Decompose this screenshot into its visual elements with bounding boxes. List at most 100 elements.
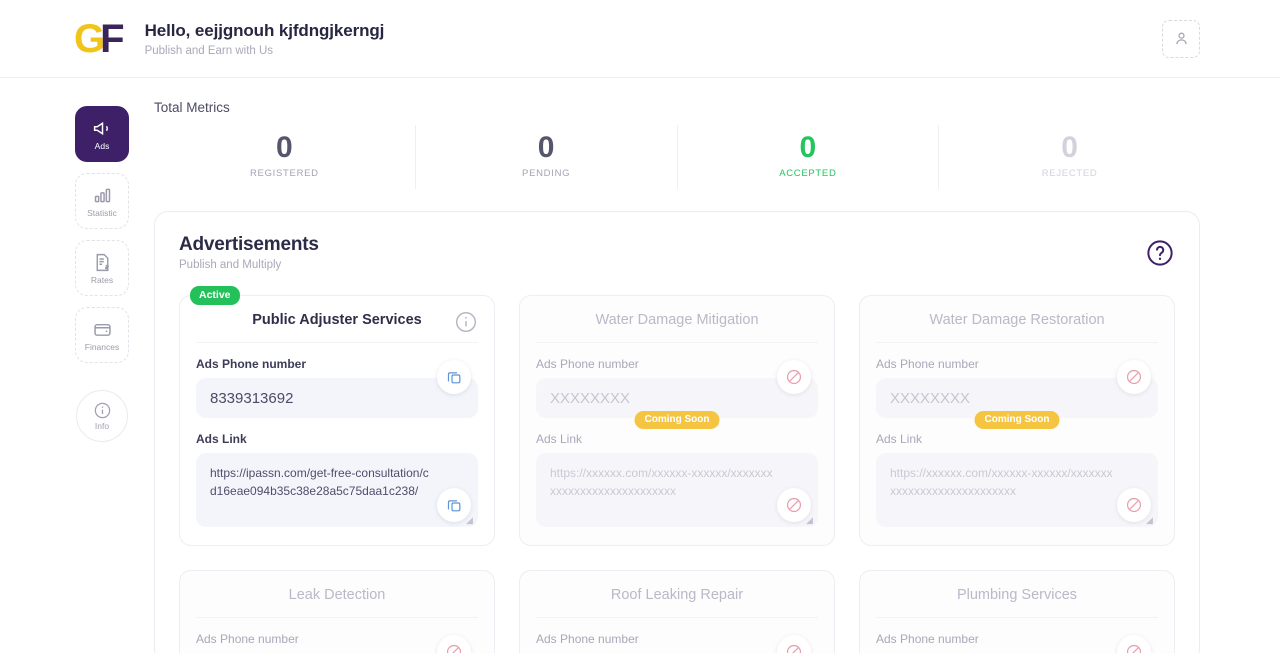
link-value: https://xxxxxx.com/xxxxxx-xxxxxx/xxxxxxx… xyxy=(890,466,1113,499)
phone-field-group: Ads Phone number XXXXXXXX Coming Soon xyxy=(196,632,478,653)
greeting-title: Hello, eejjgnouh kjfdngjkerngj xyxy=(144,21,385,41)
link-field-label: Ads Link xyxy=(536,432,583,446)
metric-value: 0 xyxy=(276,131,293,164)
sidebar: Ads Statistic Rates Finances Info xyxy=(74,78,130,653)
card-header: Water Damage Mitigation xyxy=(536,312,818,343)
phone-field-group: Ads Phone number XXXXXXXX Coming Soon xyxy=(876,632,1158,653)
advertisement-cards-grid: Active Public Adjuster Services Ads Phon… xyxy=(179,286,1175,653)
prohibited-icon xyxy=(1126,644,1142,653)
link-textarea[interactable]: https://ipassn.com/get-free-consultation… xyxy=(196,453,478,527)
resize-grip-icon: ◢ xyxy=(1146,515,1153,525)
link-value: https://xxxxxx.com/xxxxxx-xxxxxx/xxxxxxx… xyxy=(550,466,773,499)
metric-label: REGISTERED xyxy=(249,168,319,179)
copy-phone-button[interactable] xyxy=(437,360,471,394)
sidebar-item-label: Finances xyxy=(84,341,120,352)
card-title: Public Adjuster Services xyxy=(252,312,422,328)
copy-link-button[interactable] xyxy=(437,488,471,522)
blocked-phone-button xyxy=(1117,360,1151,394)
phone-field-label: Ads Phone number xyxy=(196,632,299,646)
metric-registered: 0 REGISTERED xyxy=(154,125,416,189)
phone-input[interactable]: 8339313692 xyxy=(196,378,478,418)
app-header: GF Hello, eejjgnouh kjfdngjkerngj Publis… xyxy=(0,0,1280,78)
sidebar-item-statistic[interactable]: Statistic xyxy=(75,173,129,229)
panel-header: Advertisements Publish and Multiply xyxy=(179,234,1175,273)
document-dollar-icon xyxy=(96,253,109,271)
user-icon xyxy=(1175,32,1187,45)
profile-button[interactable] xyxy=(1162,19,1200,58)
link-field-label: Ads Link xyxy=(876,432,923,446)
app-logo: GF xyxy=(74,16,125,61)
link-field-label: Ads Link xyxy=(196,432,247,446)
info-icon xyxy=(94,402,110,419)
wallet-icon xyxy=(93,323,111,336)
bar-chart-icon xyxy=(94,188,110,203)
logo-letter-g: G xyxy=(74,16,105,61)
ad-card-water-damage-restoration: Water Damage Restoration Ads Phone numbe… xyxy=(859,295,1175,546)
phone-field-group: Ads Phone number XXXXXXXX Coming Soon xyxy=(536,357,818,429)
metrics-title: Total Metrics xyxy=(154,100,230,115)
link-field-group: Ads Link https://xxxxxx.com/xxxxxx-xxxxx… xyxy=(536,432,818,527)
card-header: Roof Leaking Repair xyxy=(536,587,818,618)
metric-value: 0 xyxy=(799,131,817,164)
help-button[interactable] xyxy=(1145,238,1175,273)
phone-field-group: Ads Phone number 8339313692 xyxy=(196,357,478,418)
metric-pending: 0 PENDING xyxy=(416,125,678,189)
card-header: Public Adjuster Services xyxy=(196,310,478,343)
ad-card-leak-detection: Leak Detection Ads Phone number XXXXXXXX… xyxy=(179,570,495,653)
logo-letter-f: F xyxy=(100,16,124,61)
ad-card-water-damage-mitigation: Water Damage Mitigation Ads Phone number… xyxy=(519,295,835,546)
main-content: Total Metrics 0 REGISTERED 0 PENDING 0 A… xyxy=(130,78,1200,653)
coming-soon-badge: Coming Soon xyxy=(634,411,720,429)
card-title: Water Damage Restoration xyxy=(929,312,1105,328)
page-title: Advertisements xyxy=(179,234,319,255)
metric-rejected: 0 REJECTED xyxy=(939,125,1200,189)
prohibited-icon xyxy=(786,369,802,385)
sidebar-item-info[interactable]: Info xyxy=(76,390,128,442)
copy-icon xyxy=(447,499,460,511)
metrics-row: 0 REGISTERED 0 PENDING 0 ACCEPTED 0 REJE… xyxy=(154,125,1200,189)
prohibited-icon xyxy=(786,497,802,513)
sidebar-item-ads[interactable]: Ads xyxy=(75,106,129,162)
ad-card-public-adjuster-services: Active Public Adjuster Services Ads Phon… xyxy=(179,286,495,546)
sidebar-item-label: Rates xyxy=(90,274,114,285)
panel-title-block: Advertisements Publish and Multiply xyxy=(179,234,319,271)
blocked-link-button xyxy=(1117,488,1151,522)
phone-field-label: Ads Phone number xyxy=(536,632,639,646)
status-badge: Active xyxy=(190,286,240,305)
megaphone-icon xyxy=(93,121,108,135)
app-body: Ads Statistic Rates Finances Info Total … xyxy=(0,78,1280,653)
resize-grip-icon: ◢ xyxy=(806,515,813,525)
phone-field-label: Ads Phone number xyxy=(876,357,979,371)
blocked-link-button xyxy=(777,488,811,522)
metric-label: ACCEPTED xyxy=(779,168,837,179)
prohibited-icon xyxy=(786,644,802,653)
sidebar-item-label: Statistic xyxy=(87,207,117,218)
metric-label: PENDING xyxy=(522,168,571,179)
link-field-group: Ads Link https://xxxxxx.com/xxxxxx-xxxxx… xyxy=(876,432,1158,527)
resize-grip-icon[interactable]: ◢ xyxy=(466,516,475,525)
question-mark-icon xyxy=(1147,240,1173,266)
metric-label: REJECTED xyxy=(1041,168,1098,179)
copy-icon xyxy=(447,371,460,383)
phone-field-group: Ads Phone number XXXXXXXX Coming Soon xyxy=(536,632,818,653)
metric-accepted: 0 ACCEPTED xyxy=(678,125,940,189)
sidebar-item-label: Ads xyxy=(94,140,110,151)
panel-subtitle: Publish and Multiply xyxy=(179,258,282,271)
coming-soon-badge: Coming Soon xyxy=(974,411,1060,429)
info-circle-icon xyxy=(455,311,477,333)
prohibited-icon xyxy=(1126,497,1142,513)
card-info-button[interactable] xyxy=(454,310,478,339)
prohibited-icon xyxy=(1126,369,1142,385)
advertisements-panel: Advertisements Publish and Multiply Acti… xyxy=(154,211,1200,653)
sidebar-info-label: Info xyxy=(94,421,110,432)
card-title: Water Damage Mitigation xyxy=(595,312,759,328)
sidebar-item-finances[interactable]: Finances xyxy=(75,307,129,363)
sidebar-item-rates[interactable]: Rates xyxy=(75,240,129,296)
link-textarea: https://xxxxxx.com/xxxxxx-xxxxxx/xxxxxxx… xyxy=(876,453,1158,527)
blocked-phone-button xyxy=(777,360,811,394)
link-textarea: https://xxxxxx.com/xxxxxx-xxxxxx/xxxxxxx… xyxy=(536,453,818,527)
metric-value: 0 xyxy=(537,131,555,164)
card-title: Plumbing Services xyxy=(956,587,1078,603)
greeting-block: Hello, eejjgnouh kjfdngjkerngj Publish a… xyxy=(145,20,385,56)
ad-card-plumbing-services: Plumbing Services Ads Phone number XXXXX… xyxy=(859,570,1175,653)
